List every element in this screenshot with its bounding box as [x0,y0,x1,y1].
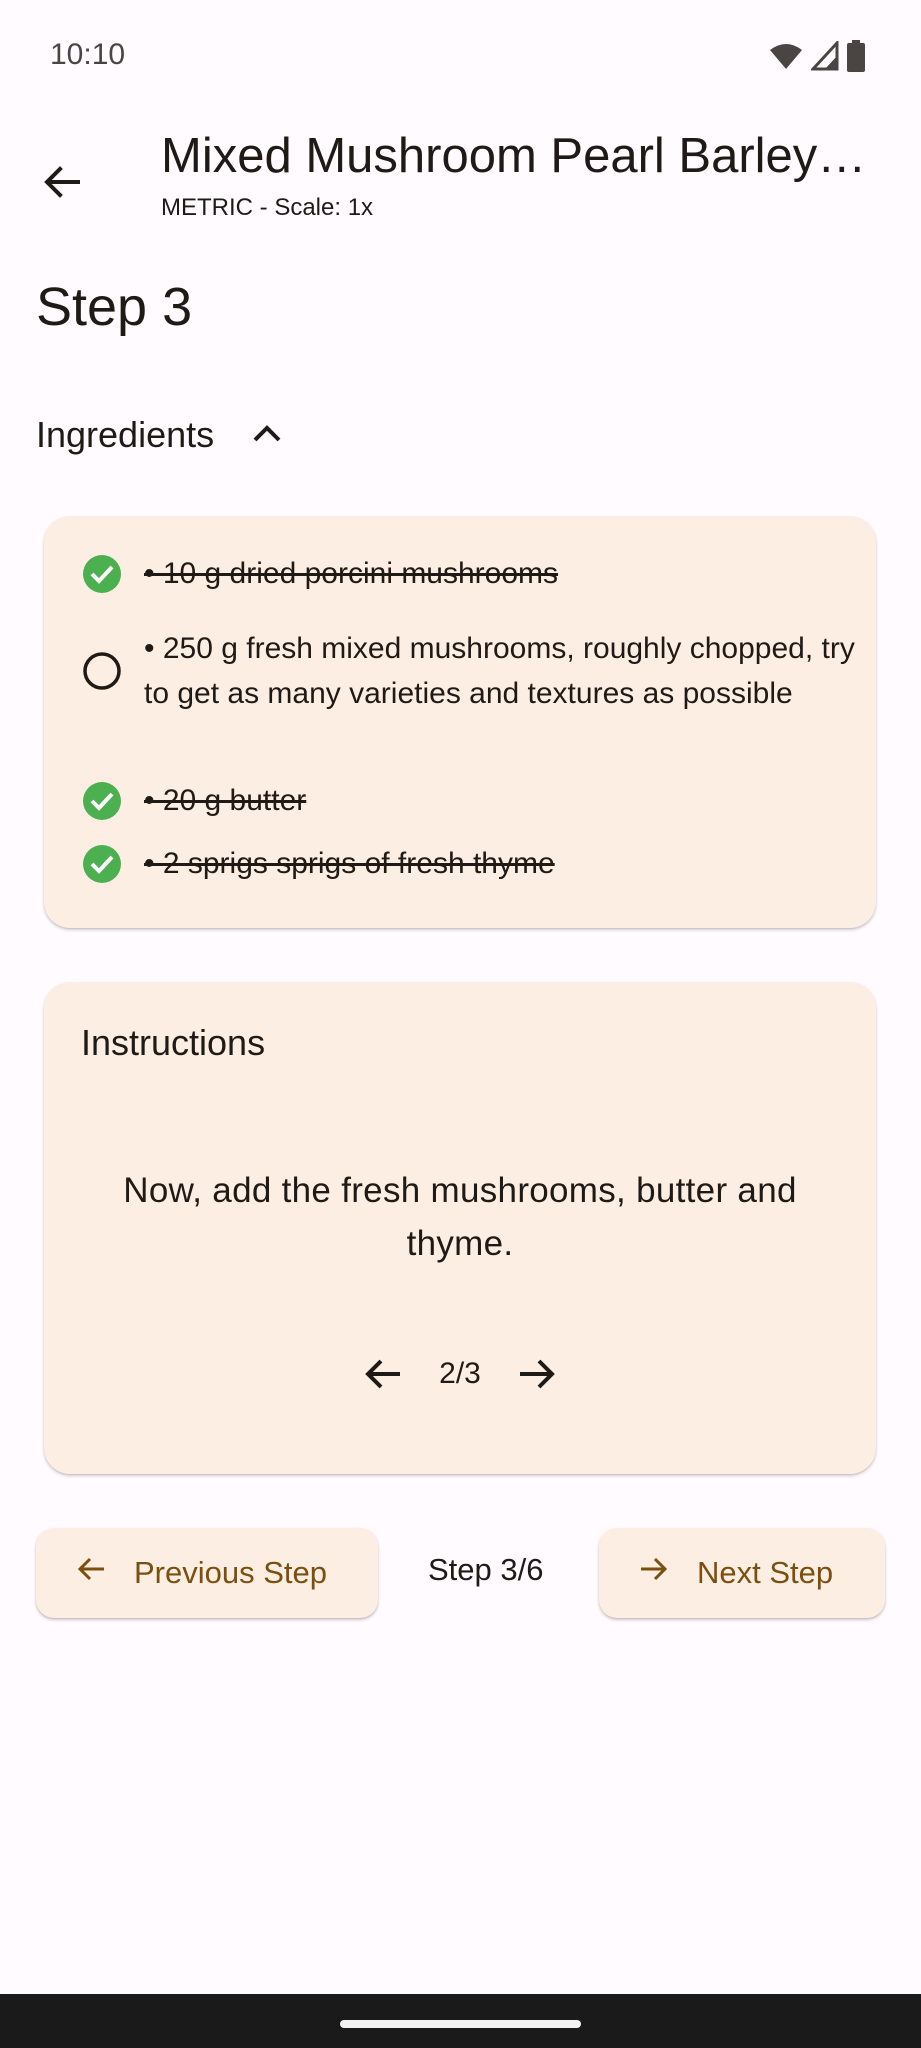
wifi-icon [769,41,803,71]
status-time: 10:10 [50,38,126,71]
ingredient-text: • 10 g dried porcini mushrooms [144,557,559,590]
ingredients-toggle[interactable]: Ingredients [36,404,282,466]
home-gesture-handle[interactable] [340,2020,581,2028]
instruction-text: Now, add the fresh mushrooms, butter and… [123,1171,797,1263]
instructions-card: Instructions Now, add the fresh mushroom… [44,982,876,1474]
ingredients-label: Ingredients [36,414,215,455]
instruction-pager: 2/3 [44,1342,876,1406]
previous-step-label: Previous Step [134,1555,327,1590]
signal-icon [811,41,839,71]
pager-previous-button[interactable] [357,1348,409,1400]
ingredient-text: • 20 g butter [144,784,307,817]
ingredient-item[interactable]: • 2 sprigs sprigs of fresh thyme [82,841,862,886]
top-app-bar: Mixed Mushroom Pearl Barley ... METRIC -… [0,112,921,236]
pager-label: 2/3 [439,1357,481,1390]
step-heading: Step 3 [36,277,193,337]
pager-next-button[interactable] [511,1348,563,1400]
arrow-back-icon [76,1554,106,1592]
back-button[interactable] [26,148,98,220]
ingredient-item[interactable]: • 20 g butter [82,778,862,823]
check-circle-icon[interactable] [82,844,122,884]
arrow-forward-icon [519,1359,555,1389]
arrow-back-icon [42,162,82,207]
arrow-back-icon [365,1359,401,1389]
check-circle-icon[interactable] [82,781,122,821]
recipe-subtitle: METRIC - Scale: 1x [161,194,374,221]
radio-unchecked-icon[interactable] [82,651,122,691]
ingredient-item[interactable]: • 10 g dried porcini mushrooms [82,551,862,596]
status-icons [769,40,865,72]
recipe-title: Mixed Mushroom Pearl Barley ... [161,129,871,183]
chevron-up-icon [252,423,282,448]
instructions-title: Instructions [81,1022,266,1063]
step-counter: Step 3/6 [428,1552,544,1587]
previous-step-button[interactable]: Previous Step [36,1528,378,1618]
status-bar: 10:10 [0,0,921,112]
ingredient-text: • 2 sprigs sprigs of fresh thyme [144,847,555,880]
system-navigation-bar [0,1994,921,2048]
recipe-step-screen: 10:10 Mixed Mushroom Pearl Barley ... ME… [0,0,921,2048]
arrow-forward-icon [639,1554,669,1592]
battery-icon [847,40,865,72]
ingredient-item[interactable]: • 250 g fresh mixed mushrooms, roughly c… [82,626,862,716]
next-step-button[interactable]: Next Step [599,1528,885,1618]
next-step-label: Next Step [697,1555,834,1590]
check-circle-icon[interactable] [82,554,122,594]
ingredients-card: • 10 g dried porcini mushrooms • 250 g f… [44,516,876,928]
ingredient-text: • 250 g fresh mixed mushrooms, roughly c… [144,632,855,710]
